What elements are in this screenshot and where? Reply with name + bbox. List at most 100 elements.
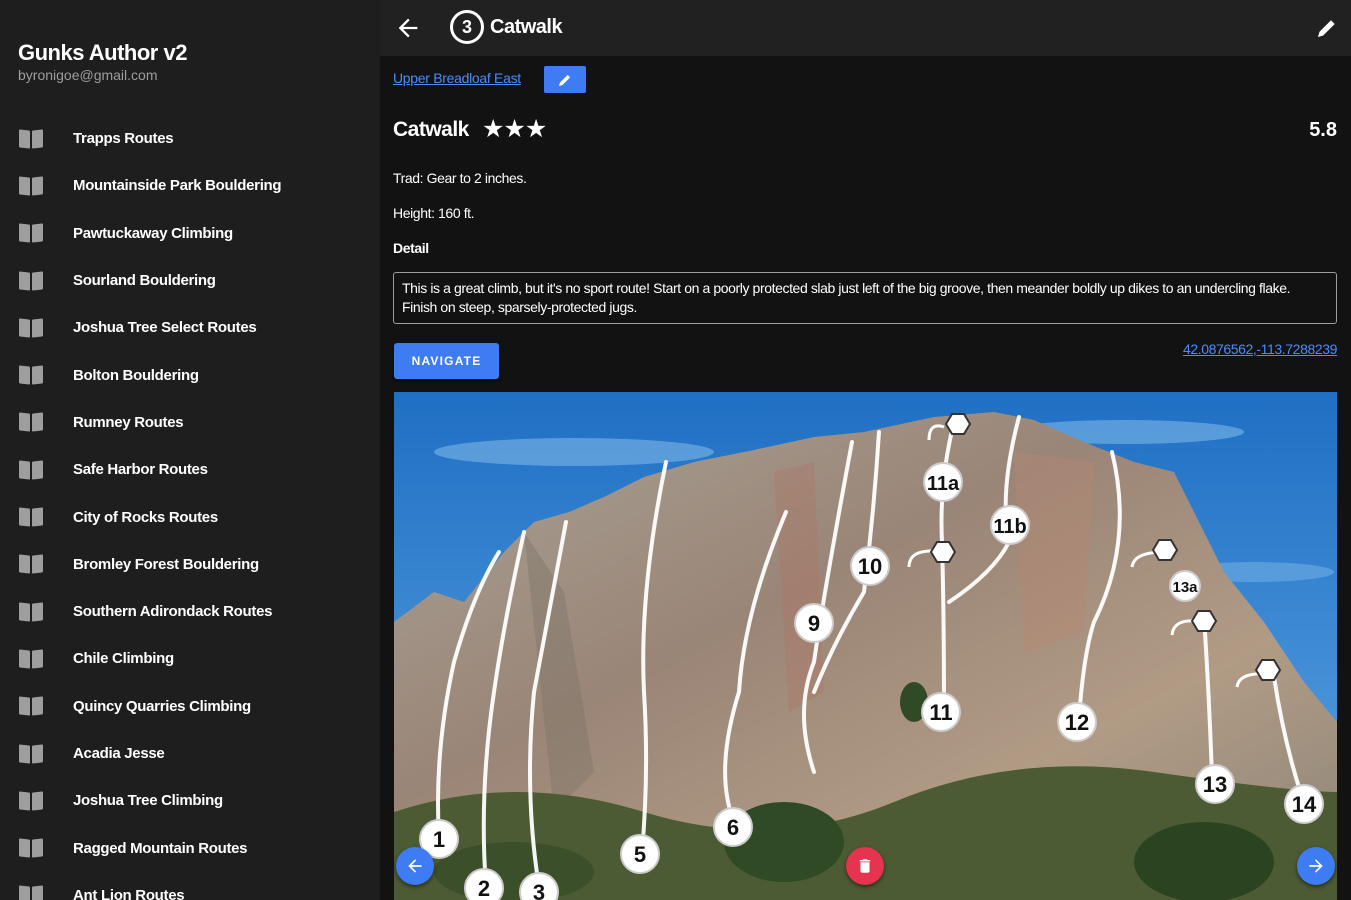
- sidebar-item[interactable]: Sourland Bouldering: [0, 257, 380, 304]
- sidebar-item[interactable]: Acadia Jesse: [0, 730, 380, 777]
- gear-info: Trad: Gear to 2 inches.: [393, 170, 527, 186]
- route-marker[interactable]: 10: [850, 546, 890, 586]
- star-rating: ★★★: [482, 115, 547, 143]
- svg-text:13: 13: [1203, 772, 1227, 797]
- route-marker[interactable]: 5: [620, 834, 660, 874]
- user-email: byronigoe@gmail.com: [18, 67, 158, 83]
- sidebar-item[interactable]: Safe Harbor Routes: [0, 446, 380, 493]
- route-marker[interactable]: 6: [713, 807, 753, 847]
- sidebar-item-label: Sourland Bouldering: [73, 272, 216, 290]
- sidebar-item[interactable]: Ragged Mountain Routes: [0, 824, 380, 871]
- sidebar-item[interactable]: Bromley Forest Bouldering: [0, 541, 380, 588]
- sidebar-item-label: Ant Lion Routes: [73, 886, 185, 900]
- route-number-badge: 3: [450, 10, 484, 44]
- route-marker[interactable]: 12: [1057, 702, 1097, 742]
- next-route-button[interactable]: [1297, 847, 1335, 885]
- book-icon: [19, 318, 43, 338]
- book-icon: [19, 176, 43, 196]
- route-marker[interactable]: 14: [1284, 784, 1324, 824]
- sidebar-item-label: Ragged Mountain Routes: [73, 839, 248, 857]
- arrow-right-icon: [1309, 859, 1323, 873]
- app-bar: 3 Catwalk: [380, 0, 1351, 56]
- book-icon: [19, 460, 43, 480]
- sidebar-item-label: Quincy Quarries Climbing: [73, 697, 251, 715]
- sidebar-item[interactable]: Quincy Quarries Climbing: [0, 683, 380, 730]
- route-marker[interactable]: 11b: [990, 505, 1030, 545]
- sidebar-item[interactable]: Pawtuckaway Climbing: [0, 210, 380, 257]
- book-icon: [19, 791, 43, 811]
- route-topo-photo[interactable]: 1 2 3 5 6 9 10 11 11a 11b 12 13 13a 14: [394, 392, 1337, 900]
- sidebar-item-label: Bolton Bouldering: [73, 366, 199, 384]
- sidebar-item[interactable]: Bolton Bouldering: [0, 351, 380, 398]
- book-icon: [19, 223, 43, 243]
- previous-route-button[interactable]: [396, 847, 434, 885]
- sidebar-item[interactable]: Chile Climbing: [0, 635, 380, 682]
- topo-image: 1 2 3 5 6 9 10 11 11a 11b 12 13 13a 14: [394, 392, 1337, 900]
- svg-text:1: 1: [433, 827, 445, 852]
- sidebar-item-label: Chile Climbing: [73, 650, 174, 668]
- coordinates-link[interactable]: 42.0876562,-113.7288239: [1183, 341, 1337, 357]
- route-marker[interactable]: 11a: [923, 462, 963, 502]
- svg-text:3: 3: [533, 880, 545, 900]
- sidebar-item[interactable]: Mountainside Park Bouldering: [0, 162, 380, 209]
- sidebar-item-label: Rumney Routes: [73, 413, 184, 431]
- svg-text:2: 2: [478, 876, 490, 900]
- area-link[interactable]: Upper Breadloaf East: [393, 70, 521, 86]
- sidebar-item[interactable]: Trapps Routes: [0, 115, 380, 162]
- arrow-left-icon: [408, 859, 422, 873]
- sidebar-item-label: Acadia Jesse: [73, 745, 165, 762]
- sidebar-item-label: Trapps Routes: [73, 130, 174, 148]
- svg-text:13a: 13a: [1172, 579, 1198, 596]
- route-grade: 5.8: [1309, 119, 1337, 141]
- sidebar-item-label: Joshua Tree Climbing: [73, 792, 223, 810]
- svg-text:14: 14: [1292, 792, 1317, 817]
- svg-text:11b: 11b: [993, 516, 1026, 538]
- edit-pencil-icon[interactable]: [1315, 16, 1339, 40]
- route-marker[interactable]: 9: [794, 603, 834, 643]
- sidebar-item-label: Bromley Forest Bouldering: [73, 555, 259, 573]
- sidebar-item-label: Joshua Tree Select Routes: [73, 319, 257, 337]
- book-icon: [19, 507, 43, 527]
- svg-text:5: 5: [634, 842, 646, 867]
- route-name: Catwalk: [393, 118, 469, 141]
- trash-icon: [859, 859, 871, 873]
- svg-text:6: 6: [727, 815, 739, 840]
- delete-route-button[interactable]: [846, 847, 884, 885]
- route-marker[interactable]: 13a: [1169, 570, 1201, 602]
- page-title: Catwalk: [490, 16, 563, 38]
- book-icon: [19, 129, 43, 149]
- svg-text:9: 9: [808, 611, 820, 636]
- svg-text:12: 12: [1065, 710, 1089, 735]
- book-icon: [19, 743, 43, 764]
- detail-label: Detail: [393, 240, 429, 256]
- book-icon: [19, 365, 43, 385]
- sidebar-item-label: Southern Adirondack Routes: [73, 603, 273, 621]
- detail-text[interactable]: This is a great climb, but it's no sport…: [393, 272, 1337, 324]
- svg-text:11a: 11a: [927, 473, 960, 495]
- sidebar-item[interactable]: Joshua Tree Select Routes: [0, 304, 380, 351]
- route-marker[interactable]: 2: [464, 868, 504, 900]
- sidebar-item-label: Safe Harbor Routes: [73, 461, 208, 479]
- book-icon: [19, 270, 43, 291]
- book-icon: [19, 554, 43, 574]
- book-icon: [19, 838, 43, 858]
- navigate-button[interactable]: NAVIGATE: [394, 343, 499, 379]
- sidebar-item-label: City of Rocks Routes: [73, 508, 218, 526]
- navigation-drawer: Gunks Author v2 byronigoe@gmail.com Trap…: [0, 0, 380, 900]
- area-list: Trapps Routes Mountainside Park Boulderin…: [0, 115, 380, 900]
- edit-area-button[interactable]: [544, 66, 586, 93]
- height-info: Height: 160 ft.: [393, 205, 475, 221]
- route-marker[interactable]: 13: [1195, 764, 1235, 804]
- pencil-icon: [559, 74, 571, 86]
- svg-text:11: 11: [929, 700, 952, 725]
- svg-text:10: 10: [858, 554, 882, 579]
- sidebar-item[interactable]: Southern Adirondack Routes: [0, 588, 380, 635]
- sidebar-item[interactable]: Rumney Routes: [0, 399, 380, 446]
- sidebar-item[interactable]: City of Rocks Routes: [0, 493, 380, 540]
- route-detail: Upper Breadloaf East Catwalk ★★★ 5.8 Tra…: [380, 56, 1351, 900]
- sidebar-item[interactable]: Joshua Tree Climbing: [0, 777, 380, 824]
- route-marker[interactable]: 11: [921, 692, 961, 732]
- book-icon: [19, 885, 43, 900]
- sidebar-item[interactable]: Ant Lion Routes: [0, 872, 380, 900]
- back-arrow-icon[interactable]: [394, 14, 422, 42]
